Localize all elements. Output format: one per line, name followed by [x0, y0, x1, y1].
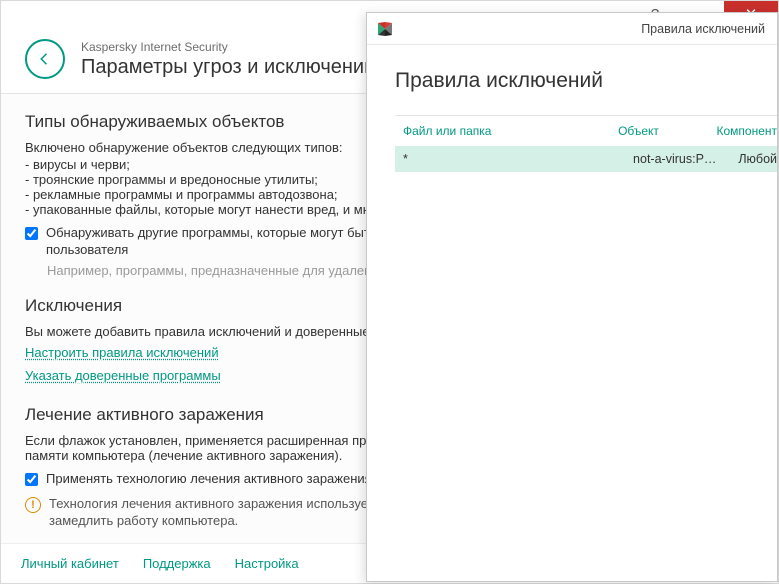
configure-exclusion-rules-link[interactable]: Настроить правила исключений — [25, 345, 219, 360]
exclusions-table: Файл или папка Объект Компонент * not-a-… — [395, 115, 777, 172]
exclusion-rules-window: Правила исключений Правила исключений Фа… — [366, 12, 778, 582]
table-header-row: Файл или папка Объект Компонент — [395, 116, 777, 146]
overlay-titlebar: Правила исключений — [367, 13, 777, 45]
footer-link-cabinet[interactable]: Личный кабинет — [21, 556, 119, 571]
table-row[interactable]: * not-a-virus:P… Любой — [395, 146, 777, 172]
back-button[interactable] — [25, 39, 65, 79]
cell-file: * — [403, 152, 633, 166]
cell-component: Любой — [738, 152, 777, 166]
column-header-component[interactable]: Компонент — [716, 124, 777, 138]
column-header-object[interactable]: Объект — [618, 124, 716, 138]
page-title: Параметры угроз и исключений — [81, 56, 375, 79]
apply-active-disinfection-label: Применять технологию лечения активного з… — [46, 471, 372, 488]
warning-icon: ! — [25, 497, 41, 513]
overlay-title: Правила исключений — [641, 22, 765, 36]
overlay-content: Правила исключений Файл или папка Объект… — [367, 45, 777, 581]
overlay-heading: Правила исключений — [395, 69, 777, 93]
header-text: Kaspersky Internet Security Параметры уг… — [81, 40, 375, 79]
apply-active-disinfection-checkbox[interactable] — [25, 473, 38, 486]
footer-link-support[interactable]: Поддержка — [143, 556, 211, 571]
kaspersky-logo-icon — [377, 21, 393, 37]
column-header-file[interactable]: Файл или папка — [403, 124, 618, 138]
specify-trusted-programs-link[interactable]: Указать доверенные программы — [25, 368, 221, 383]
cell-object: not-a-virus:P… — [633, 152, 738, 166]
arrow-left-icon — [36, 50, 54, 68]
footer-link-settings[interactable]: Настройка — [235, 556, 299, 571]
product-name: Kaspersky Internet Security — [81, 40, 375, 54]
detect-other-software-checkbox[interactable] — [25, 227, 38, 240]
